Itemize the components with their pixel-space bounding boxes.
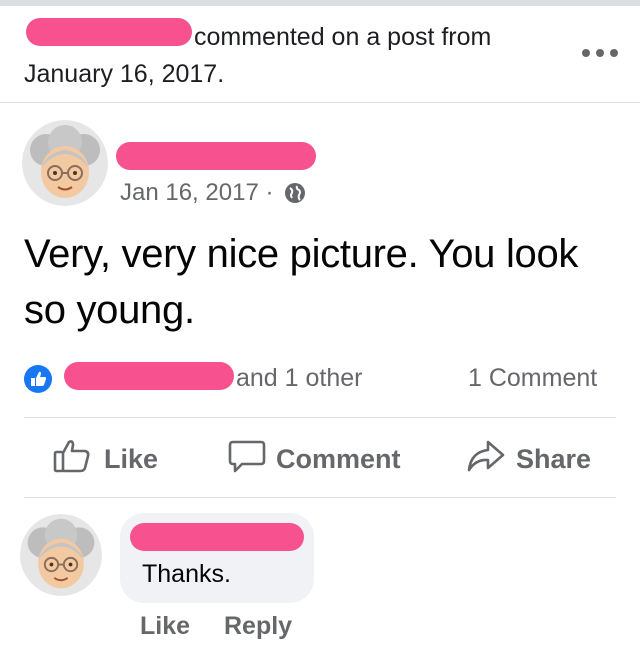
comment-button[interactable]: Comment (228, 430, 401, 488)
share-button[interactable]: Share (466, 430, 591, 488)
like-button-label: Like (104, 443, 159, 474)
comment-reply-button[interactable]: Reply (224, 610, 292, 642)
activity-header: commented on a post from January 16, 201… (0, 6, 640, 103)
comment-avatar[interactable] (20, 514, 102, 596)
thumbs-up-outline-icon (52, 438, 104, 481)
comment-bubble: Thanks. (120, 513, 314, 603)
share-arrow-icon (466, 438, 516, 481)
more-horizontal-icon[interactable] (576, 46, 624, 60)
redacted-author-name[interactable] (116, 142, 316, 170)
comment-count[interactable]: 1 Comment (468, 363, 597, 393)
divider (24, 417, 616, 418)
reactions-summary[interactable]: and 1 other 1 Comment (0, 355, 640, 401)
redacted-name (26, 18, 192, 46)
post-meta: Jan 16, 2017 · (120, 178, 306, 212)
comment-text: Thanks. (142, 560, 231, 588)
redacted-commenter-name[interactable] (130, 523, 304, 551)
reactions-others-text[interactable]: and 1 other (236, 363, 363, 393)
share-button-label: Share (516, 443, 592, 474)
thumbs-up-icon (24, 365, 52, 393)
comment-bubble-icon (228, 438, 276, 481)
activity-text: commented on a post from (194, 23, 492, 51)
comment-button-label: Comment (276, 443, 401, 474)
avatar[interactable] (22, 120, 108, 206)
post-text: Very, very nice picture. You look so you… (24, 232, 579, 332)
redacted-reactor-name (64, 362, 234, 390)
comment-like-button[interactable]: Like (140, 610, 190, 642)
like-button[interactable]: Like (52, 430, 158, 488)
activity-date[interactable]: January 16, 2017. (24, 59, 224, 89)
globe-icon (284, 182, 306, 212)
action-bar: Like Comment Share (0, 430, 640, 488)
post-timestamp[interactable]: Jan 16, 2017 · (120, 179, 273, 206)
divider (24, 497, 616, 498)
